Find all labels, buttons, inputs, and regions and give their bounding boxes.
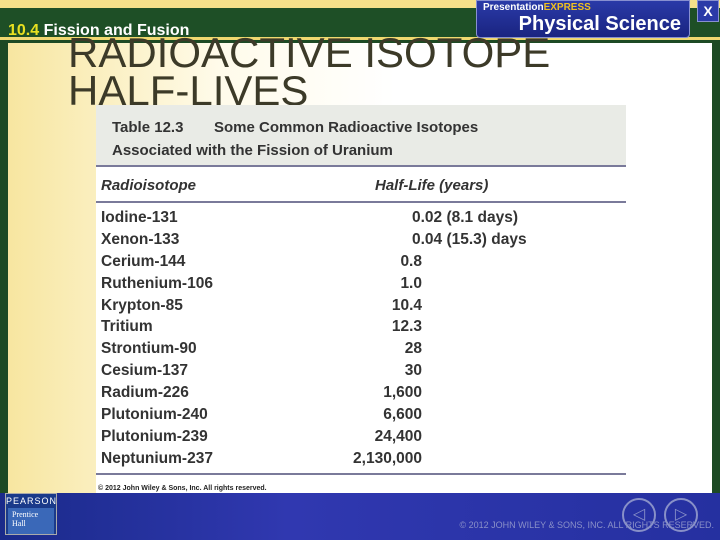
prev-slide-button[interactable]: ◁: [622, 498, 656, 532]
half-life-value: 1,600: [383, 384, 422, 402]
table-row: Iodine-131 0.02 (8.1 days): [96, 209, 626, 231]
table-label: Table 12.3: [112, 119, 184, 136]
footer-bar: [0, 493, 720, 540]
slide-title: RADIOACTIVE ISOTOPE HALF-LIVES: [68, 29, 551, 114]
table-row: Tritium 12.3: [96, 318, 626, 340]
isotope-name: Xenon-133: [101, 230, 180, 248]
half-life-value: 1.0: [400, 274, 422, 292]
isotope-table: Table 12.3 Some Common Radioactive Isotop…: [96, 105, 630, 497]
isotope-name: Radium-226: [101, 384, 189, 402]
isotope-name: Plutonium-240: [101, 406, 208, 424]
table-row: Plutonium-239 24,400: [96, 428, 626, 450]
table-row: Cerium-144 0.8: [96, 253, 626, 275]
table-row: Strontium-90 28: [96, 340, 626, 362]
isotope-name: Iodine-131: [101, 209, 178, 226]
next-slide-button[interactable]: ▷: [664, 498, 698, 532]
table-row: Cesium-137 30: [96, 362, 626, 384]
half-life-value: 0.8: [400, 252, 422, 270]
isotope-name: Plutonium-239: [101, 427, 208, 445]
table-body: Iodine-131 0.02 (8.1 days) Xenon-133 0.04 (…: [96, 209, 626, 472]
isotope-name: Ruthenium-106: [101, 274, 213, 292]
table-row: Neptunium-237 2,130,000: [96, 450, 626, 472]
table-row: Krypton-85 10.4: [96, 297, 626, 319]
table-row: Xenon-133 0.04 (15.3) days: [96, 231, 626, 253]
isotope-name: Tritium: [101, 318, 153, 336]
half-life-value: 6,600: [383, 406, 422, 424]
isotope-name: Cesium-137: [101, 362, 189, 380]
table-copyright: © 2012 John Wiley & Sons, Inc. All right…: [98, 485, 267, 492]
half-life-value: 12.3: [391, 318, 422, 336]
table-row: Plutonium-240 6,600: [96, 406, 626, 428]
isotope-name: Neptunium-237: [101, 449, 213, 467]
column-header-radioisotope: Radioisotope: [101, 177, 197, 194]
half-life-value: 2,130,000: [353, 449, 422, 467]
divider: [96, 201, 626, 203]
half-life-value: 24,400: [374, 427, 422, 445]
isotope-name: Krypton-85: [101, 296, 183, 314]
column-header-half-life: Half-Life (years): [375, 177, 489, 194]
pearson-logo: PEARSON Prentice Hall: [5, 493, 57, 535]
divider: [96, 473, 626, 475]
isotope-name: Cerium-144: [101, 252, 186, 270]
half-life-value: 0.04 (15.3) days: [412, 230, 527, 248]
half-life-value: 28: [404, 340, 422, 358]
half-life-value: 30: [404, 362, 422, 380]
half-life-value: 0.02 (8.1 days): [412, 209, 518, 226]
half-life-value: 10.4: [391, 296, 422, 314]
isotope-name: Strontium-90: [101, 340, 197, 358]
table-row: Radium-226 1,600: [96, 384, 626, 406]
table-row: Ruthenium-106 1.0: [96, 275, 626, 297]
table-header: Table 12.3 Some Common Radioactive Isotop…: [96, 105, 626, 167]
close-button[interactable]: X: [697, 0, 719, 22]
